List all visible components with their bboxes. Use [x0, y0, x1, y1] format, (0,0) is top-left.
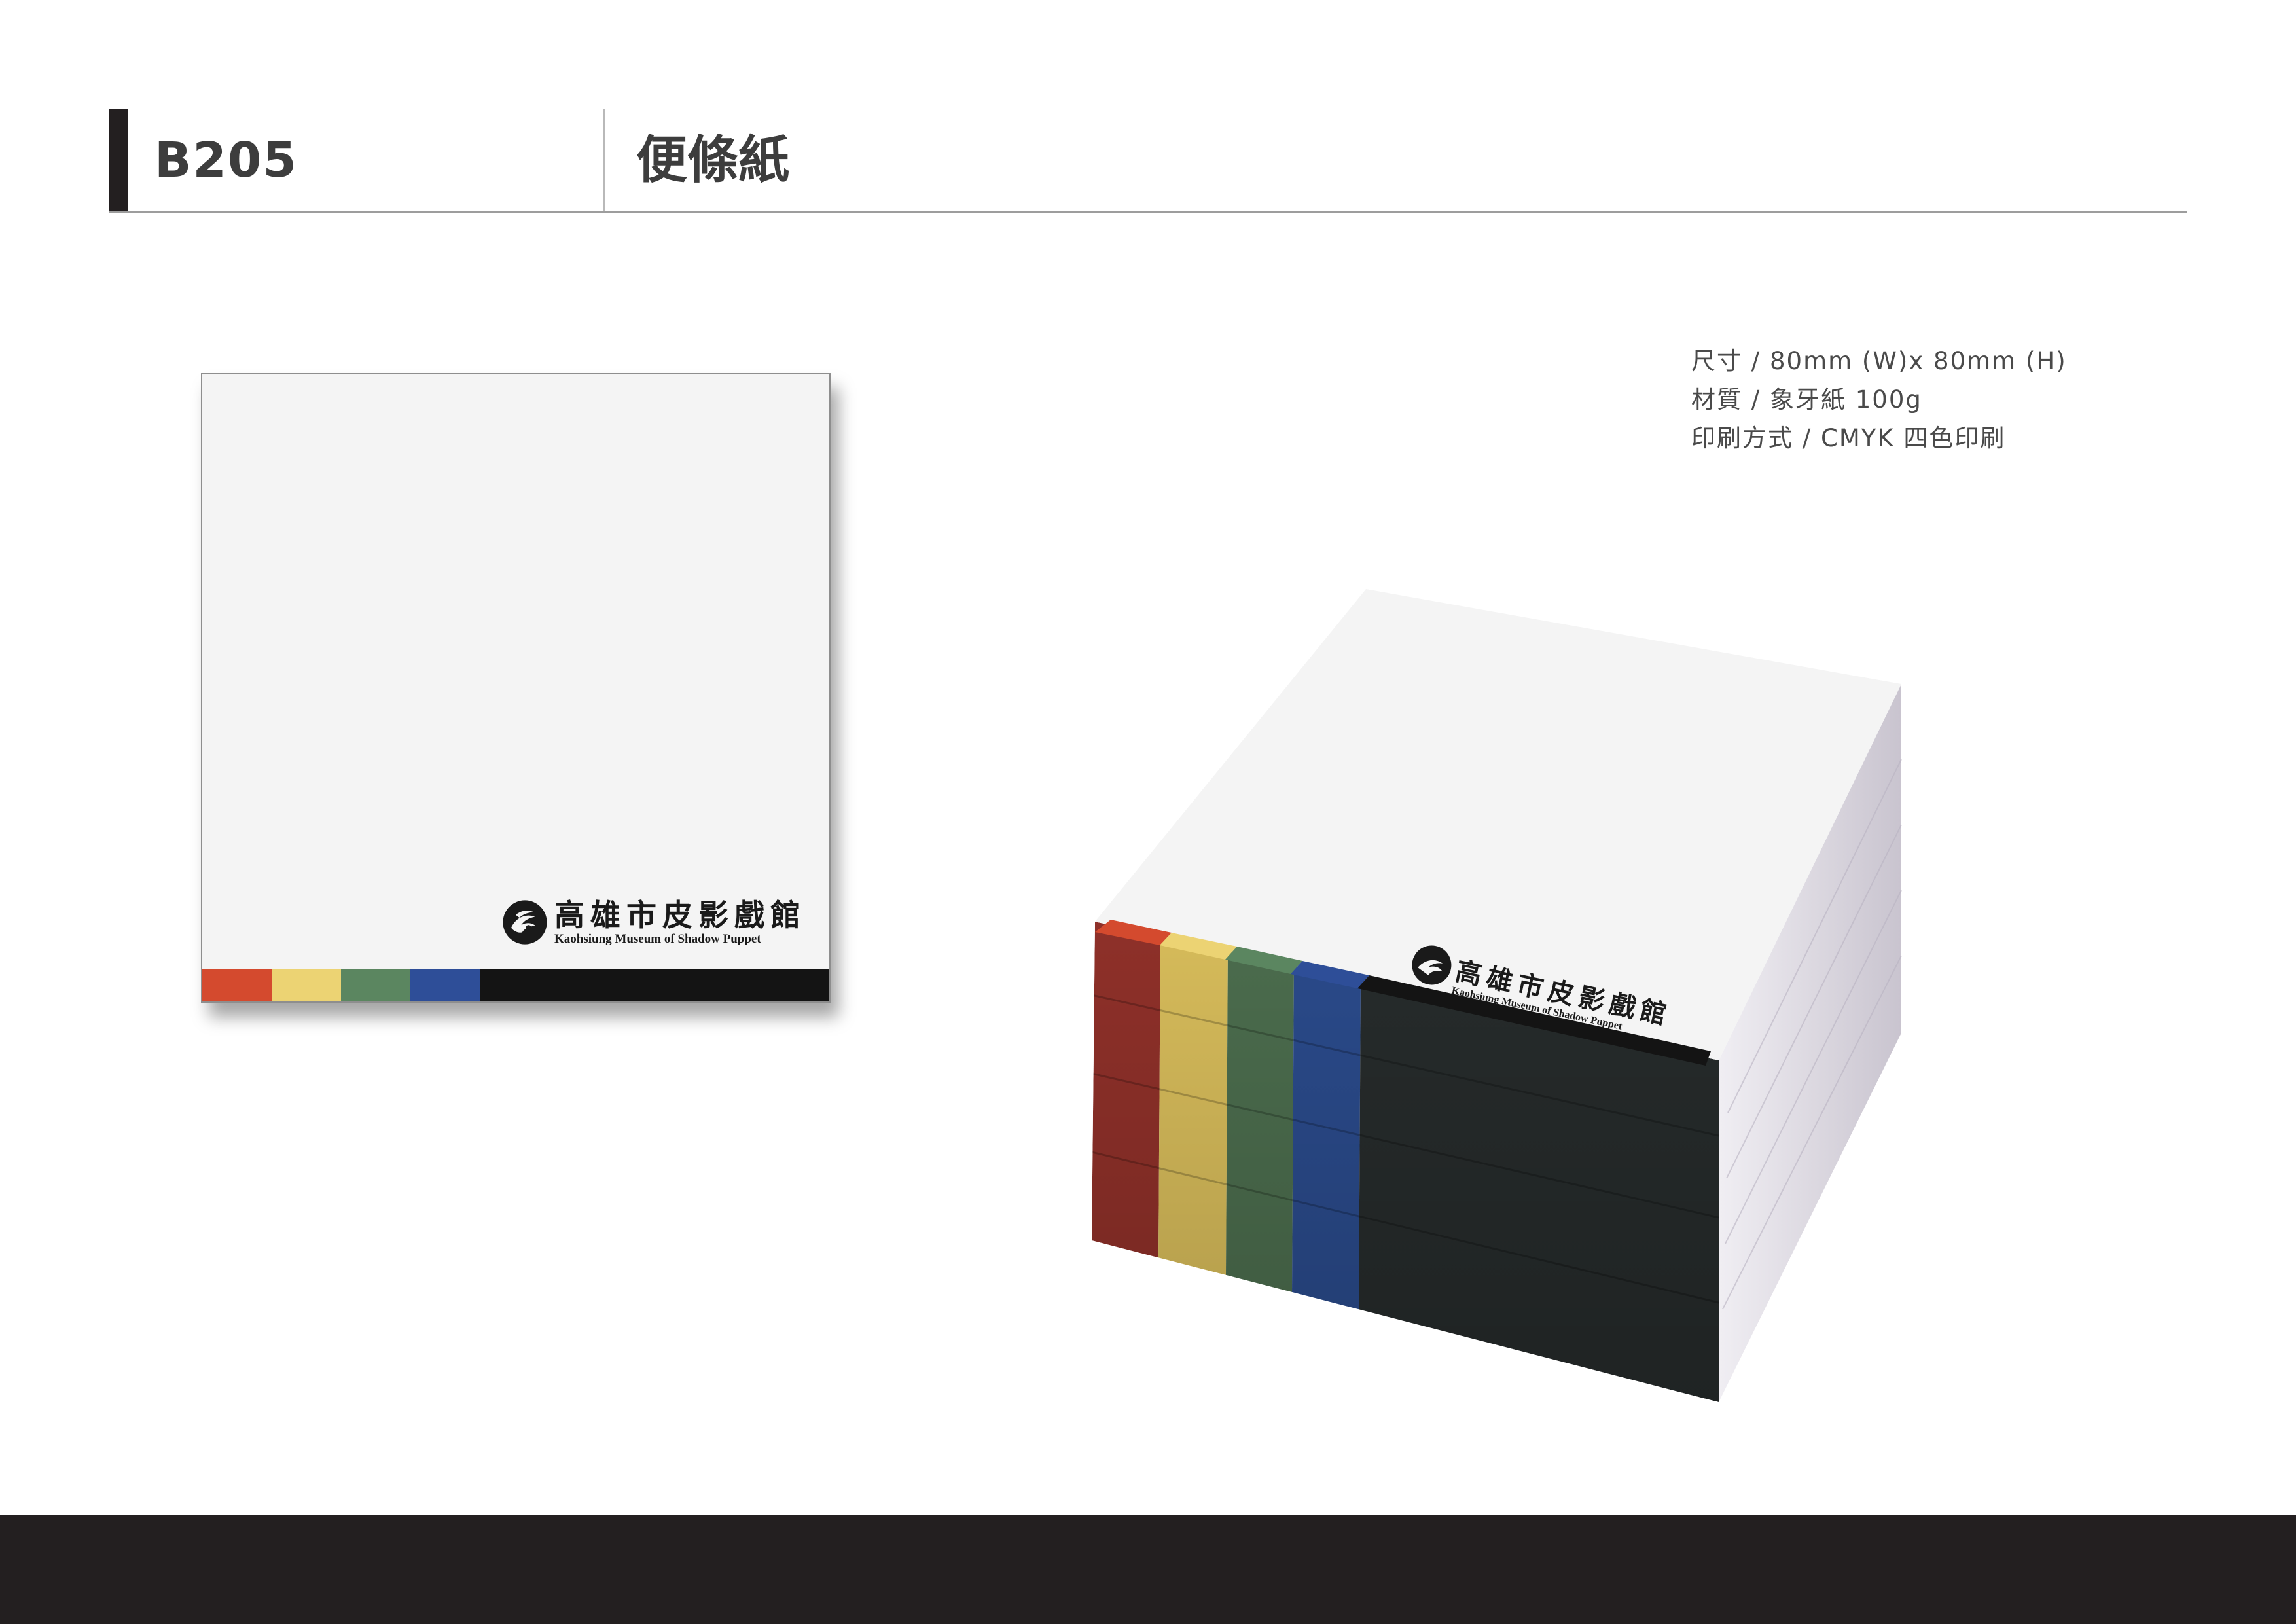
footer-band [0, 1515, 2296, 1624]
memo-cube-mockup: 高雄市皮影戲館 Kaohsiung Museum of Shadow Puppe… [1092, 589, 1902, 1402]
